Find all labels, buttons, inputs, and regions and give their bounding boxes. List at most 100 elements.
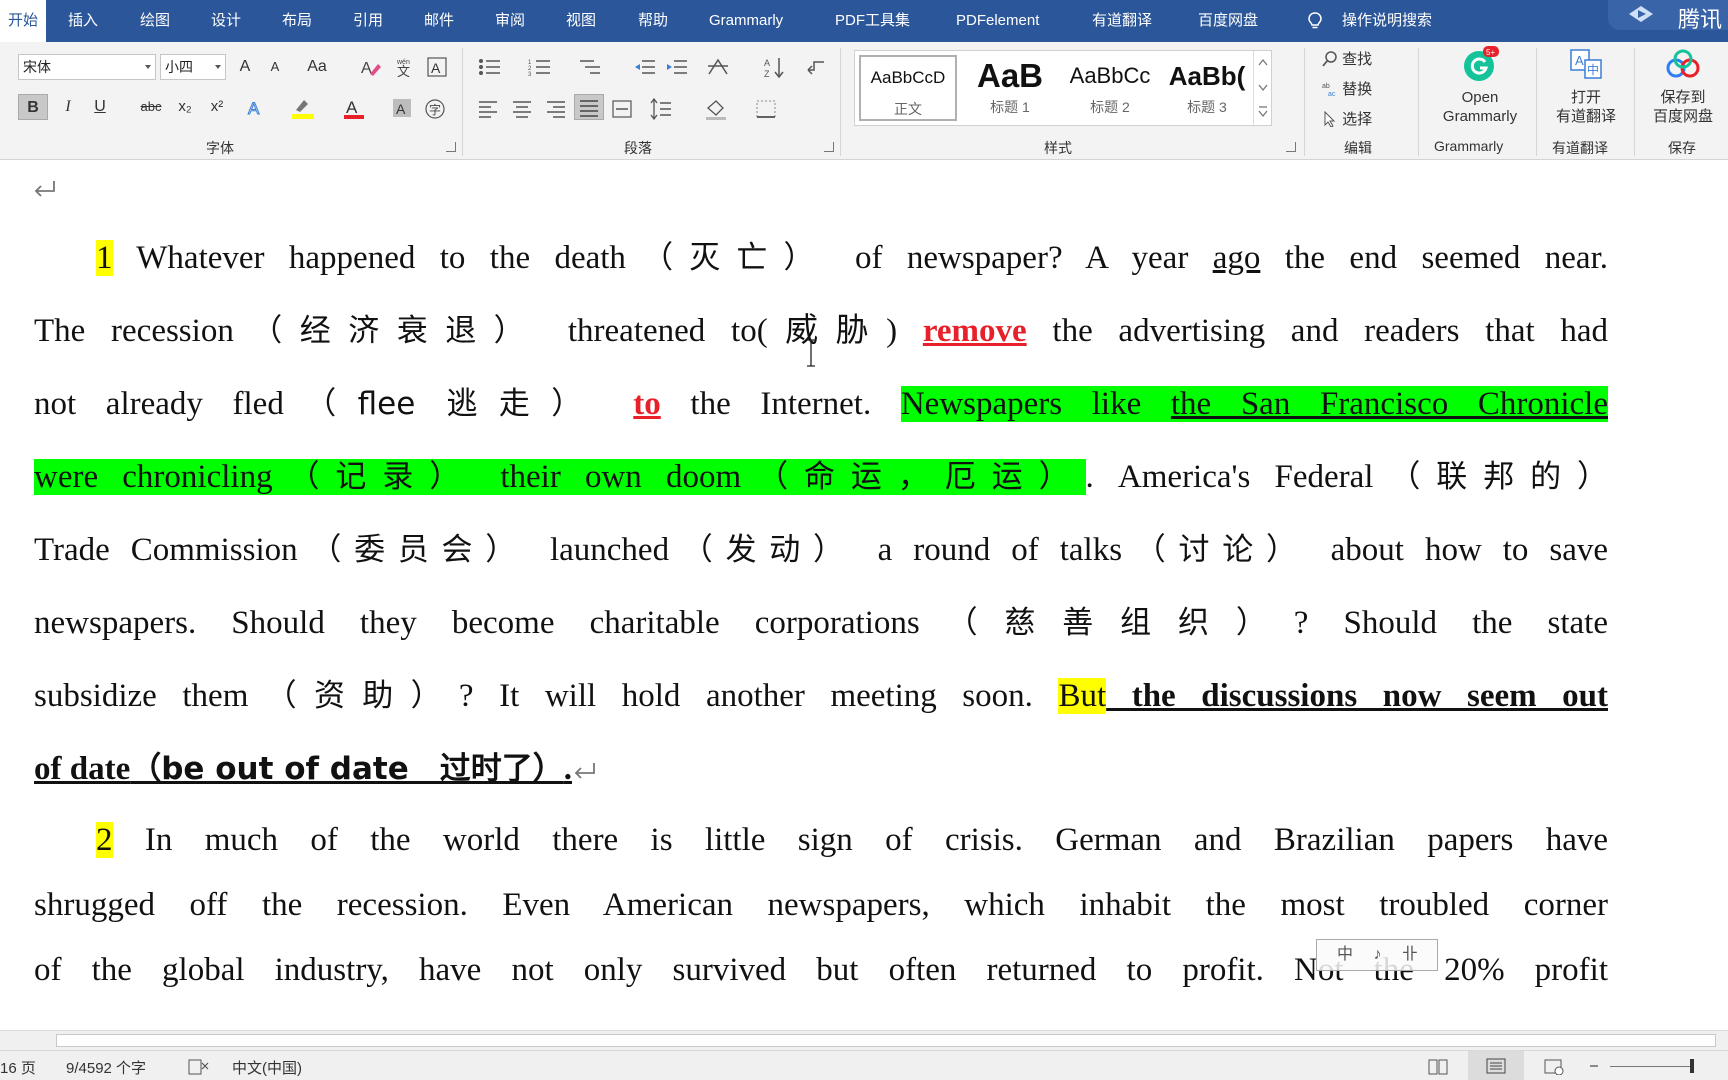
tab-pdfelement[interactable]: PDFelement [956, 0, 1039, 42]
subscript-button[interactable]: x₂ [172, 94, 198, 120]
proofing-icon[interactable] [188, 1059, 210, 1075]
enclose-characters-icon[interactable]: 字 [424, 98, 446, 120]
decrease-indent-icon[interactable] [634, 58, 656, 76]
horizontal-scrollbar[interactable] [0, 1030, 1728, 1050]
open-grammarly-button[interactable]: 5+ Open Grammarly [1430, 46, 1530, 126]
strikethrough-button[interactable]: abc [136, 94, 166, 120]
replace-icon: abac [1322, 83, 1336, 98]
font-name-combo[interactable]: 宋体 [18, 54, 156, 80]
highlight-color-icon[interactable] [290, 96, 316, 120]
font-color-icon[interactable]: A [342, 96, 366, 120]
doc-text-bold: （be out of date 过时了） [130, 751, 564, 787]
tab-help[interactable]: 帮助 [638, 0, 668, 42]
doc-text: Trade Commission [34, 532, 298, 568]
grow-font-button[interactable]: A [234, 54, 256, 80]
tab-home[interactable]: 开始 [0, 0, 47, 42]
justify-button[interactable] [574, 94, 604, 120]
tab-mailings[interactable]: 邮件 [424, 0, 454, 42]
font-size-combo[interactable]: 小四 [160, 54, 226, 80]
page-count[interactable]: 16 页 [0, 1057, 36, 1078]
doc-text: （慈善组织） [919, 605, 1294, 641]
shading-icon[interactable] [704, 98, 728, 120]
borders-icon[interactable] [756, 100, 776, 118]
replace-button[interactable]: ab ac 替换 [1322, 78, 1372, 99]
print-layout-button[interactable] [1468, 1051, 1524, 1080]
paragraph-number: 2 [96, 822, 113, 858]
save-to-baidu-button[interactable]: 保存到 百度网盘 [1640, 46, 1726, 126]
shrink-font-button[interactable]: A [264, 54, 286, 80]
language-status[interactable]: 中文(中国) [232, 1057, 302, 1078]
style-name: 标题 3 [1187, 99, 1227, 115]
italic-button[interactable]: I [56, 94, 80, 120]
svg-text:字: 字 [429, 102, 441, 117]
bullets-icon[interactable] [478, 58, 502, 76]
styles-gallery: AaBbCcD 正文 AaB 标题 1 AaBbCc 标题 2 AaBb( 标题… [854, 50, 1272, 127]
doc-text: a round of talks [856, 532, 1123, 568]
align-left-icon[interactable] [478, 100, 498, 118]
tab-draw[interactable]: 绘图 [140, 0, 170, 42]
style-heading-1[interactable]: AaB 标题 1 [961, 55, 1059, 121]
distributed-icon[interactable] [612, 100, 632, 118]
style-normal[interactable]: AaBbCcD 正文 [859, 55, 957, 121]
change-case-button[interactable]: Aa [298, 54, 336, 80]
doc-text: about how to save [1309, 532, 1609, 568]
styles-dialog-launcher[interactable] [1286, 142, 1296, 152]
open-youdao-button[interactable]: A 中 打开 有道翻译 [1544, 46, 1628, 126]
tab-view[interactable]: 视图 [566, 0, 596, 42]
word-count[interactable]: 9/4592 个字 [66, 1057, 146, 1078]
sort-icon[interactable]: A Z [764, 56, 784, 78]
styles-scroll[interactable] [1253, 51, 1271, 127]
tell-me-search[interactable]: 操作说明搜索 [1342, 0, 1432, 42]
phonetic-guide-icon[interactable]: wén 文 [394, 56, 416, 78]
tab-pdf-tools[interactable]: PDF工具集 [835, 0, 910, 42]
keyword-highlight: remove [922, 313, 1027, 349]
align-right-icon[interactable] [546, 100, 566, 118]
tab-references[interactable]: 引用 [353, 0, 383, 42]
underline-button[interactable]: U [88, 94, 112, 120]
text-effects-icon[interactable]: A [246, 98, 266, 119]
numbering-icon[interactable]: 1 2 3 [528, 58, 552, 76]
ime-toolbar[interactable]: 中 ♪ 卝 [1316, 939, 1438, 971]
style-name: 标题 2 [1090, 99, 1130, 115]
clear-formatting-icon[interactable]: A [360, 58, 382, 78]
tab-youdao[interactable]: 有道翻译 [1092, 0, 1152, 42]
document-canvas[interactable]: 1 Whatever happened to the death（灭亡） of … [0, 161, 1728, 1030]
doc-text-bold: of date [34, 751, 131, 787]
doc-text: （联邦的） [1373, 459, 1609, 495]
scrollbar-thumb[interactable] [56, 1034, 1716, 1047]
zoom-out-button[interactable] [1588, 1055, 1600, 1080]
read-mode-icon[interactable] [1428, 1059, 1448, 1075]
zoom-slider[interactable] [1610, 1066, 1694, 1067]
style-preview: AaB [976, 57, 1044, 94]
chinese-layout-icon[interactable] [706, 56, 730, 78]
paragraph-dialog-launcher[interactable] [824, 142, 834, 152]
style-heading-2[interactable]: AaBbCc 标题 2 [1061, 55, 1159, 121]
tab-layout[interactable]: 布局 [282, 0, 312, 42]
show-paragraph-marks-icon[interactable] [804, 58, 826, 76]
tab-design[interactable]: 设计 [211, 0, 241, 42]
svg-text:A: A [361, 60, 372, 77]
doc-text: （发动） [669, 532, 857, 568]
svg-text:A: A [248, 99, 260, 118]
find-button[interactable]: 查找 [1322, 48, 1372, 69]
doc-text: ? Should the state [1293, 605, 1608, 641]
style-heading-3[interactable]: AaBb( 标题 3 [1161, 55, 1253, 121]
bold-button[interactable]: B [18, 94, 48, 120]
line-spacing-icon[interactable] [650, 98, 672, 120]
text-cursor-icon [807, 339, 815, 367]
character-border-icon[interactable]: A [426, 56, 448, 78]
tab-grammarly[interactable]: Grammarly [709, 0, 783, 42]
tab-insert[interactable]: 插入 [68, 0, 98, 42]
zoom-slider-thumb[interactable] [1690, 1059, 1694, 1073]
character-shading-icon[interactable]: A [392, 98, 412, 118]
select-button[interactable]: 选择 [1322, 108, 1372, 129]
align-center-icon[interactable] [512, 100, 532, 118]
tab-baidu-netdisk[interactable]: 百度网盘 [1198, 0, 1258, 42]
web-layout-icon[interactable] [1544, 1059, 1564, 1075]
font-dialog-launcher[interactable] [446, 142, 456, 152]
tab-review[interactable]: 审阅 [495, 0, 525, 42]
superscript-button[interactable]: x² [204, 94, 230, 120]
increase-indent-icon[interactable] [666, 58, 688, 76]
svg-text:A: A [1575, 53, 1584, 68]
multilevel-list-icon[interactable] [578, 58, 602, 76]
